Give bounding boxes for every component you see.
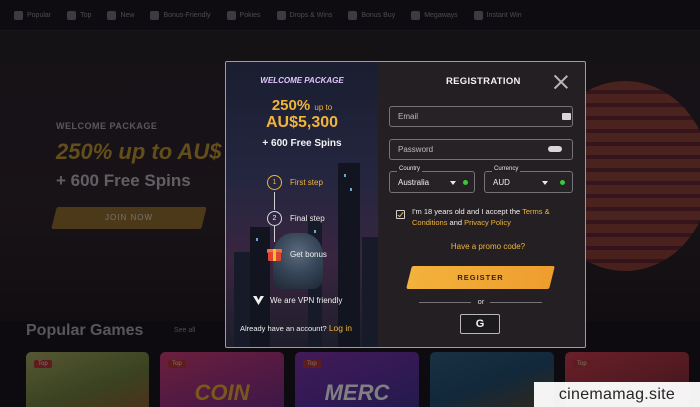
- welcome-package-label: WELCOME PACKAGE: [260, 76, 344, 85]
- city-building: [362, 237, 378, 347]
- country-value: Australia: [398, 178, 430, 187]
- show-password-icon[interactable]: [548, 146, 562, 152]
- free-spins: + 600 Free Spins: [262, 138, 342, 149]
- privacy-link[interactable]: Privacy Policy: [464, 218, 511, 227]
- google-login-button[interactable]: G: [460, 314, 500, 334]
- status-dot: [560, 180, 565, 185]
- step-label: Final step: [290, 214, 325, 223]
- step-connector: [274, 192, 275, 210]
- divider-left: [419, 302, 471, 303]
- bonus-percent: 250% up to: [271, 97, 333, 114]
- chevron-down-icon: [450, 181, 456, 185]
- status-dot: [463, 180, 468, 185]
- age-terms-checkbox[interactable]: [396, 210, 405, 219]
- casino-page: Popular Top New Bonus-Friendly Pokies Dr…: [0, 0, 700, 407]
- bonus-amount: AU$5,300: [265, 114, 339, 131]
- registration-title: REGISTRATION: [446, 76, 521, 87]
- window-light: [314, 230, 316, 233]
- login-link[interactable]: Log in: [329, 323, 352, 333]
- country-label: Country: [397, 166, 423, 172]
- vpn-notice: We are VPN friendly: [253, 296, 342, 305]
- currency-select[interactable]: Currency AUD: [484, 166, 573, 193]
- password-field[interactable]: [389, 139, 573, 160]
- window-light: [350, 188, 352, 191]
- step-connector: [274, 226, 275, 242]
- step-first: 1 First step: [267, 175, 323, 190]
- email-field[interactable]: [389, 106, 573, 127]
- watermark: cinemamag.site: [534, 382, 700, 407]
- have-account-text: Already have an account? Log in: [240, 323, 352, 333]
- registration-modal: WELCOME PACKAGE 250% up to AU$5,300 + 60…: [225, 61, 586, 348]
- currency-label: Currency: [492, 166, 521, 172]
- chevron-down-icon: [542, 181, 548, 185]
- step-label: First step: [290, 178, 323, 187]
- city-building: [338, 163, 360, 347]
- currency-value: AUD: [493, 178, 510, 187]
- step-number: 1: [267, 175, 282, 190]
- vpn-icon: [253, 296, 264, 305]
- step-number: 2: [267, 211, 282, 226]
- close-icon[interactable]: [553, 74, 569, 90]
- divider-right: [490, 302, 542, 303]
- window-light: [344, 174, 346, 177]
- country-select[interactable]: Country Australia: [389, 166, 475, 193]
- register-button[interactable]: REGISTER: [406, 266, 555, 289]
- promo-code-row: Have a promo code?: [226, 242, 585, 251]
- email-autofill-icon: [562, 113, 571, 120]
- welcome-panel: WELCOME PACKAGE 250% up to AU$5,300 + 60…: [226, 62, 378, 347]
- terms-text: I'm 18 years old and I accept the Terms …: [412, 207, 550, 227]
- step-final: 2 Final step: [267, 211, 325, 226]
- promo-code-link[interactable]: Have a promo code?: [396, 242, 580, 251]
- or-label: or: [477, 297, 485, 306]
- window-light: [256, 238, 258, 241]
